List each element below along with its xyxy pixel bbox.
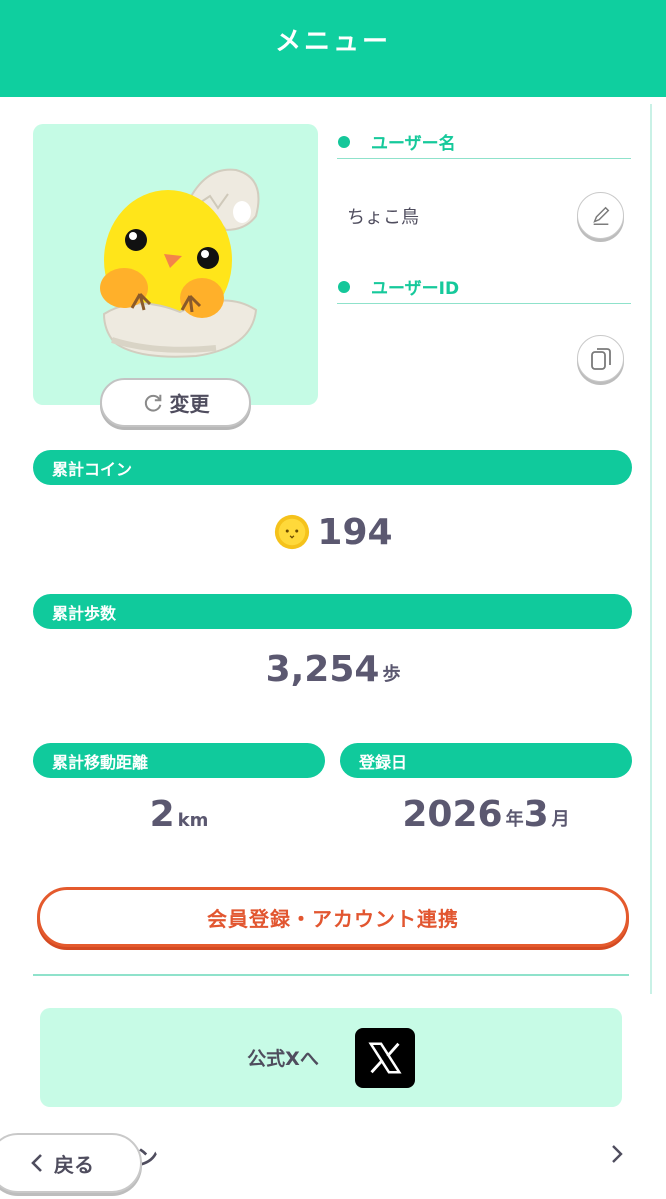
total-distance-bar: 累計移動距離 <box>33 743 325 778</box>
coin-icon <box>275 514 310 550</box>
pencil-icon <box>592 206 609 225</box>
total-distance-unit: km <box>177 810 209 831</box>
change-avatar-button[interactable]: 変更 <box>100 378 251 427</box>
username-label: ユーザー名 <box>371 134 456 154</box>
total-coins-value-row: 194 <box>0 513 666 551</box>
back-button[interactable]: 戻る <box>0 1133 142 1193</box>
total-steps-unit: 歩 <box>382 664 401 685</box>
edit-username-button[interactable] <box>577 192 624 239</box>
register-link-account-label: 会員登録・アカウント連携 <box>207 906 459 931</box>
copy-userid-button[interactable] <box>577 335 624 382</box>
userid-label: ユーザーID <box>371 279 460 299</box>
bullet-dot <box>338 135 350 148</box>
total-steps-value: 3,254 <box>265 649 380 690</box>
total-distance-value-row: 2 km <box>33 797 325 833</box>
change-avatar-label: 変更 <box>169 392 210 416</box>
total-coins-bar: 累計コイン <box>33 450 632 485</box>
chick-avatar <box>100 168 260 358</box>
total-distance-value: 2 <box>149 794 175 835</box>
total-distance-label: 累計移動距離 <box>52 752 149 772</box>
chevron-left-icon <box>31 1154 42 1172</box>
chevron-right-icon[interactable] <box>609 1142 625 1166</box>
registered-month-unit: 月 <box>551 809 570 830</box>
registered-date-bar: 登録日 <box>340 743 632 778</box>
registered-month: 3 <box>523 794 549 835</box>
official-x-link[interactable]: 公式Xへ <box>40 1008 622 1107</box>
username-label-row: ユーザー名 <box>337 125 631 159</box>
official-x-label: 公式Xへ <box>247 1048 319 1070</box>
total-coins-value: 194 <box>317 512 393 553</box>
total-steps-bar: 累計歩数 <box>33 594 632 629</box>
registered-date-label: 登録日 <box>359 752 408 772</box>
total-steps-value-row: 3,254 歩 <box>0 652 666 688</box>
total-steps-label: 累計歩数 <box>52 603 117 623</box>
refresh-icon <box>144 394 161 411</box>
bullet-dot <box>338 280 350 293</box>
copy-icon <box>590 347 611 370</box>
divider <box>33 974 629 976</box>
page-title: メニュー <box>274 27 391 57</box>
total-coins-label: 累計コイン <box>52 459 133 479</box>
registered-year-unit: 年 <box>505 809 524 830</box>
x-logo-icon <box>354 1027 415 1088</box>
registered-date-value-row: 2026 年 3 月 <box>340 797 632 833</box>
register-link-account-button[interactable]: 会員登録・アカウント連携 <box>37 887 629 947</box>
registered-year: 2026 <box>402 794 503 835</box>
userid-label-row: ユーザーID <box>337 270 631 304</box>
back-label: 戻る <box>54 1152 94 1177</box>
header: メニュー <box>0 0 666 97</box>
username-value: ちょこ鳥 <box>347 207 419 228</box>
